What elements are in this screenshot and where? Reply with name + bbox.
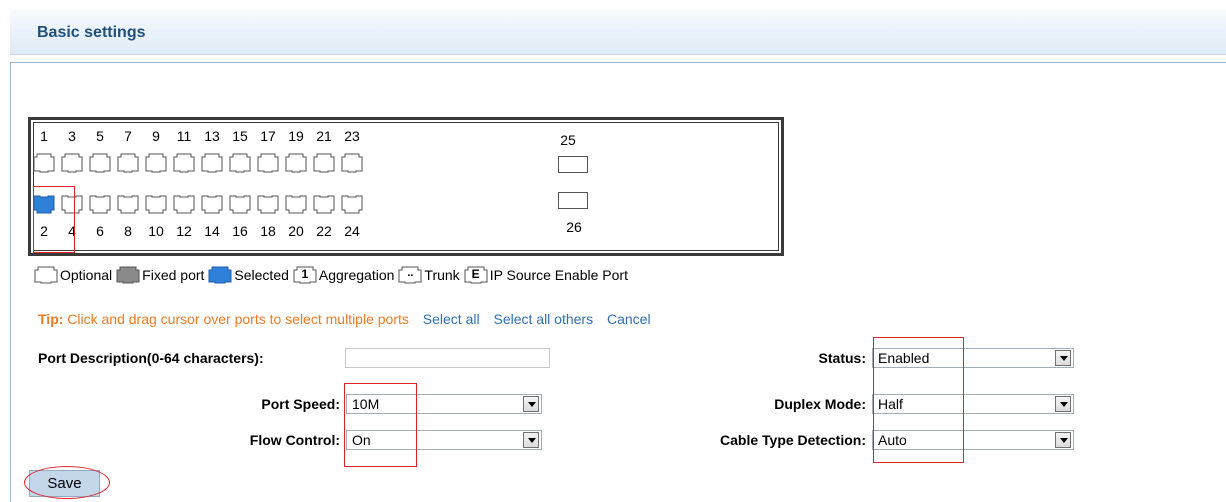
legend-trunk-label: Trunk <box>424 267 460 283</box>
port-18-icon[interactable] <box>257 195 279 215</box>
port-number-label: 20 <box>288 223 304 239</box>
port-5-icon[interactable] <box>89 153 111 173</box>
port-15-icon[interactable] <box>229 153 251 173</box>
port-legend: Optional Fixed port Selected 1 Aggregati… <box>34 265 632 285</box>
port-number-label: 25 <box>560 132 576 148</box>
legend-selected: Selected <box>208 266 289 284</box>
legend-optional: Optional <box>34 266 112 284</box>
legend-ipsource: E IP Source Enable Port <box>464 266 628 284</box>
port-description-input[interactable] <box>345 348 550 368</box>
chevron-down-icon[interactable] <box>1055 396 1071 412</box>
port-12-icon[interactable] <box>173 195 195 215</box>
port-number-label: 18 <box>260 223 276 239</box>
status-duplex-cable-highlight <box>873 337 964 463</box>
port-number-label: 15 <box>232 128 248 144</box>
port-24-icon[interactable] <box>341 195 363 215</box>
port-number-label: 3 <box>68 128 76 144</box>
legend-fixed: Fixed port <box>116 266 204 284</box>
port-number-label: 21 <box>316 128 332 144</box>
port-11-icon[interactable] <box>173 153 195 173</box>
fixed-port-icon <box>116 266 140 284</box>
port-number-label: 6 <box>96 223 104 239</box>
chevron-down-icon[interactable] <box>523 432 539 448</box>
cable-type-label: Cable Type Detection: <box>720 432 866 448</box>
select-all-link[interactable]: Select all <box>423 311 480 327</box>
tip-text: Click and drag cursor over ports to sele… <box>67 311 409 327</box>
port-number-label: 22 <box>316 223 332 239</box>
port-speed-label: Port Speed: <box>261 396 340 412</box>
port-number-label: 23 <box>344 128 360 144</box>
legend-aggregation-label: Aggregation <box>318 267 395 283</box>
section-header: Basic settings <box>10 10 1226 55</box>
port-1-icon[interactable] <box>33 153 55 173</box>
port-16-icon[interactable] <box>229 195 251 215</box>
port-20-icon[interactable] <box>285 195 307 215</box>
port-23-icon[interactable] <box>341 153 363 173</box>
port-26-fiber-icon[interactable] <box>558 192 588 209</box>
cancel-link[interactable]: Cancel <box>607 311 651 327</box>
port-13-icon[interactable] <box>201 153 223 173</box>
status-label: Status: <box>818 350 866 366</box>
port-10-icon[interactable] <box>145 195 167 215</box>
port-number-label: 8 <box>124 223 132 239</box>
port-17-icon[interactable] <box>257 153 279 173</box>
selected-port-highlight <box>33 186 75 253</box>
port-speed-flow-highlight <box>344 383 417 467</box>
port-25-fiber-icon[interactable] <box>558 156 588 173</box>
legend-trunk: .. Trunk <box>398 266 460 284</box>
trunk-port-icon: .. <box>398 266 422 284</box>
port-number-label: 14 <box>204 223 220 239</box>
section-title: Basic settings <box>37 24 146 41</box>
port-number-label: 1 <box>40 128 48 144</box>
legend-aggregation: 1 Aggregation <box>293 266 395 284</box>
duplex-mode-label: Duplex Mode: <box>774 396 866 412</box>
legend-optional-label: Optional <box>60 267 113 283</box>
port-number-label: 19 <box>288 128 304 144</box>
tip-label: Tip: <box>38 311 64 327</box>
chevron-down-icon[interactable] <box>1055 350 1071 366</box>
port-number-label: 24 <box>344 223 360 239</box>
save-button-highlight <box>24 466 110 499</box>
port-14-icon[interactable] <box>201 195 223 215</box>
port-19-icon[interactable] <box>285 153 307 173</box>
chevron-down-icon[interactable] <box>523 396 539 412</box>
port-number-label: 11 <box>176 128 192 144</box>
legend-ipsource-label: IP Source Enable Port <box>489 267 628 283</box>
port-number-label: 17 <box>260 128 276 144</box>
port-number-label: 26 <box>566 219 582 235</box>
legend-fixed-label: Fixed port <box>142 267 205 283</box>
port-21-icon[interactable] <box>313 153 335 173</box>
port-number-label: 9 <box>152 128 160 144</box>
port-number-label: 13 <box>204 128 220 144</box>
port-3-icon[interactable] <box>61 153 83 173</box>
port-22-icon[interactable] <box>313 195 335 215</box>
aggregation-port-icon: 1 <box>293 266 317 284</box>
tip-line: Tip: Click and drag cursor over ports to… <box>38 311 651 327</box>
port-7-icon[interactable] <box>117 153 139 173</box>
selected-port-icon <box>208 266 232 284</box>
port-number-label: 7 <box>124 128 132 144</box>
flow-control-label: Flow Control: <box>249 432 340 448</box>
port-9-icon[interactable] <box>145 153 167 173</box>
optional-port-icon <box>34 266 58 284</box>
port-number-label: 5 <box>96 128 104 144</box>
port-number-label: 16 <box>232 223 248 239</box>
ip-source-port-icon: E <box>464 266 488 284</box>
port-number-label: 10 <box>148 223 164 239</box>
port-6-icon[interactable] <box>89 195 111 215</box>
port-number-label: 12 <box>176 223 192 239</box>
chevron-down-icon[interactable] <box>1055 432 1071 448</box>
port-8-icon[interactable] <box>117 195 139 215</box>
port-panel <box>28 117 784 256</box>
port-description-label: Port Description(0-64 characters): <box>38 350 264 366</box>
legend-selected-label: Selected <box>234 267 289 283</box>
select-all-others-link[interactable]: Select all others <box>493 311 593 327</box>
